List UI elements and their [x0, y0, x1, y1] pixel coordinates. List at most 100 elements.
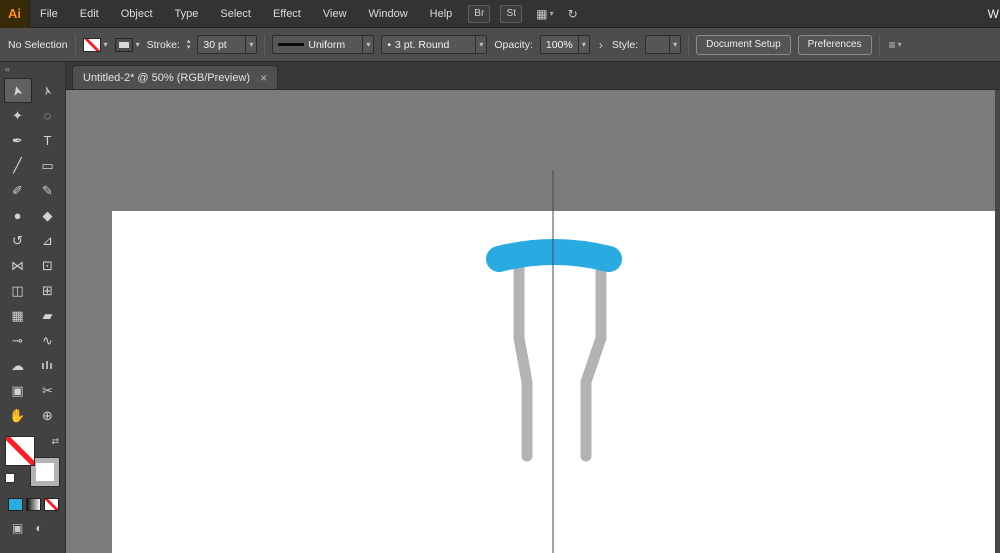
- menu-item-window[interactable]: Window: [369, 8, 408, 20]
- fill-swatch[interactable]: [82, 37, 101, 52]
- hand-tool[interactable]: ✋: [4, 403, 32, 428]
- menu-item-object[interactable]: Object: [121, 8, 153, 20]
- paint-style-buttons: [8, 498, 65, 511]
- menu-bar: Ai File Edit Object Type Select Effect View Win…: [0, 0, 1000, 28]
- magic-wand-tool[interactable]: ✦: [4, 103, 32, 128]
- document-tab-title: Untitled-2* @ 50% (RGB/Preview): [83, 71, 251, 84]
- align-icon: ≡: [888, 37, 896, 52]
- fill-color-control[interactable]: ▾: [82, 37, 108, 52]
- selection-tool[interactable]: ➤: [3, 78, 32, 103]
- gradient-button[interactable]: [26, 498, 41, 511]
- blob-brush-tool[interactable]: ●: [4, 203, 32, 228]
- stroke-indicator[interactable]: [30, 457, 60, 487]
- chevron-down-icon[interactable]: ▾: [475, 36, 483, 53]
- canvas[interactable]: [66, 90, 1000, 553]
- close-tab-icon[interactable]: ×: [260, 71, 267, 85]
- opacity-field[interactable]: 100% ▾: [539, 35, 590, 54]
- rotate-tool[interactable]: ↺: [4, 228, 32, 253]
- slice-tool-icon: ✂: [42, 382, 53, 398]
- zoom-tool[interactable]: ⊕: [34, 403, 62, 428]
- document-tab[interactable]: Untitled-2* @ 50% (RGB/Preview) ×: [72, 65, 279, 89]
- color-button[interactable]: [8, 498, 23, 511]
- main-area: « ➤ ➢ ✦ ◌ ✒ T ╱ ▭ ✐ ✎ ● ◆ ↺ ⊿ ⋈ ⊡ ◫ ⊞ ▦ ▰ ⊸ ∿ ☁ ılı ▣ ✂ ✋ ⊕ ⇄ ▣ ◐: [0, 62, 1000, 553]
- arrange-documents-icon: ▦: [536, 6, 548, 21]
- menu-item-type[interactable]: Type: [175, 8, 199, 20]
- column-graph-tool[interactable]: ılı: [34, 353, 62, 378]
- eraser-tool[interactable]: ◆: [34, 203, 62, 228]
- mesh-tool[interactable]: ▦: [4, 303, 32, 328]
- scale-tool[interactable]: ⊿: [34, 228, 62, 253]
- gradient-tool[interactable]: ▰: [34, 303, 62, 328]
- line-segment-tool[interactable]: ╱: [4, 153, 32, 178]
- stroke-weight-stepper[interactable]: ▴ ▾: [187, 38, 191, 51]
- screen-mode-icon[interactable]: ◐: [35, 521, 42, 535]
- stepper-down-icon[interactable]: ▾: [187, 44, 191, 51]
- divider: [688, 33, 690, 56]
- direct-selection-tool[interactable]: ➢: [34, 78, 62, 103]
- free-transform-tool[interactable]: ⊡: [34, 253, 62, 278]
- opacity-panel-arrow[interactable]: ›: [597, 38, 605, 52]
- collapse-panel-icon[interactable]: «: [0, 62, 65, 78]
- width-profile-dropdown[interactable]: Uniform ▾: [272, 35, 375, 54]
- shape-builder-tool[interactable]: ◫: [4, 278, 32, 303]
- brush-dropdown[interactable]: • 3 pt. Round ▾: [381, 35, 488, 54]
- perspective-grid-tool[interactable]: ⊞: [34, 278, 62, 303]
- stroke-swatch[interactable]: [114, 37, 133, 52]
- chevron-down-icon[interactable]: ▾: [577, 36, 586, 53]
- brush-panel-button[interactable]: Br: [468, 4, 491, 23]
- slice-tool[interactable]: ✂: [34, 378, 62, 403]
- stool-seat[interactable]: [486, 239, 622, 272]
- artboard-tool[interactable]: ▣: [4, 378, 32, 403]
- chevron-down-icon[interactable]: ▾: [245, 36, 253, 53]
- draw-mode-icon[interactable]: ▣: [12, 521, 23, 535]
- app-status-icon[interactable]: ↻: [568, 7, 578, 21]
- perspective-grid-tool-icon: ⊞: [42, 282, 53, 298]
- document-setup-button[interactable]: Document Setup: [696, 34, 791, 55]
- chevron-down-icon[interactable]: ▾: [362, 36, 370, 53]
- stroke-color-control[interactable]: ▾: [114, 37, 140, 52]
- pencil-tool-icon: ✎: [42, 182, 53, 198]
- chevron-down-icon: ▾: [897, 40, 902, 49]
- paintbrush-tool[interactable]: ✐: [4, 178, 32, 203]
- divider: [264, 33, 266, 56]
- eyedropper-tool[interactable]: ⊸: [4, 328, 32, 353]
- none-button[interactable]: [44, 498, 59, 511]
- styles-panel-button[interactable]: St: [500, 4, 523, 23]
- rectangle-tool-icon: ▭: [41, 157, 54, 173]
- pen-tool[interactable]: ✒: [4, 128, 32, 153]
- document-area: Untitled-2* @ 50% (RGB/Preview) ×: [66, 62, 1000, 553]
- menu-item-select[interactable]: Select: [220, 8, 251, 20]
- rotate-tool-icon: ↺: [12, 232, 23, 248]
- control-bar: No Selection ▾ ▾ Stroke: ▴ ▾ 30 pt ▾ Uni…: [0, 28, 1000, 62]
- fill-indicator[interactable]: [5, 436, 35, 466]
- chevron-down-icon[interactable]: ▾: [136, 40, 140, 49]
- column-graph-tool-icon: ılı: [41, 359, 54, 372]
- width-tool[interactable]: ⋈: [4, 253, 32, 278]
- style-dropdown[interactable]: ▾: [645, 35, 682, 54]
- symbol-sprayer-tool[interactable]: ☁: [4, 353, 32, 378]
- default-fill-stroke-icon[interactable]: [5, 473, 15, 483]
- lasso-tool[interactable]: ◌: [34, 103, 62, 128]
- align-options-control[interactable]: ≡ ▾: [889, 38, 902, 52]
- gradient-tool-icon: ▰: [42, 307, 53, 323]
- preferences-button[interactable]: Preferences: [797, 34, 872, 55]
- menu-item-file[interactable]: File: [40, 8, 58, 20]
- rectangle-tool[interactable]: ▭: [34, 153, 62, 178]
- menu-items: File Edit Object Type Select Effect View Window…: [40, 8, 452, 20]
- workspace-partial-label: W: [987, 6, 999, 21]
- chevron-down-icon[interactable]: ▾: [669, 36, 677, 53]
- selection-tool-icon: ➤: [8, 83, 26, 98]
- chevron-down-icon[interactable]: ▾: [104, 40, 108, 49]
- opacity-value: 100%: [545, 38, 573, 51]
- menu-item-effect[interactable]: Effect: [273, 8, 301, 20]
- swap-fill-stroke-icon[interactable]: ⇄: [51, 436, 59, 447]
- pencil-tool[interactable]: ✎: [34, 178, 62, 203]
- arrange-documents-control[interactable]: ▦ ▾: [536, 7, 553, 21]
- stroke-weight-field[interactable]: 30 pt ▾: [197, 35, 258, 54]
- blend-tool[interactable]: ∿: [34, 328, 62, 353]
- menu-item-help[interactable]: Help: [430, 8, 453, 20]
- menu-item-view[interactable]: View: [323, 8, 347, 20]
- type-tool[interactable]: T: [34, 128, 62, 153]
- menu-item-edit[interactable]: Edit: [80, 8, 99, 20]
- artboard-tool-icon: ▣: [11, 382, 24, 398]
